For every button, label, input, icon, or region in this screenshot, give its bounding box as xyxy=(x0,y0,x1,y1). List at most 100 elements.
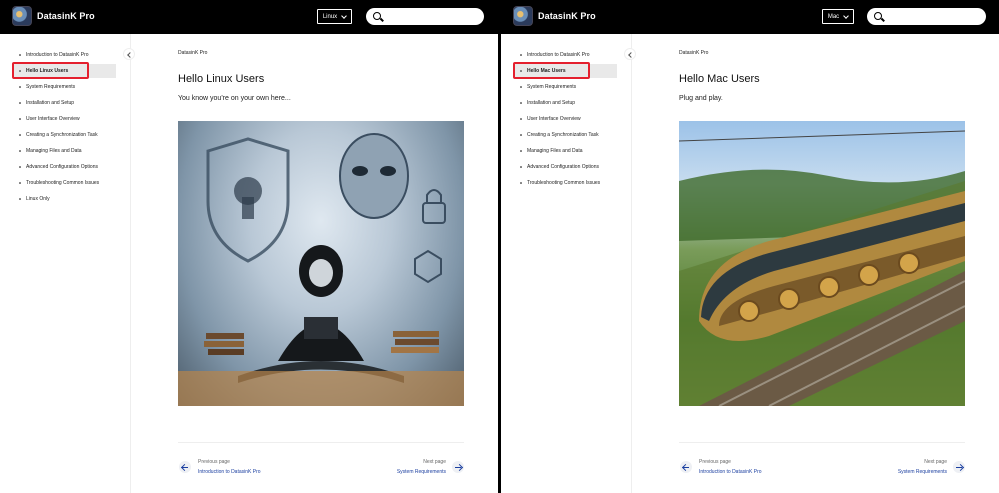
previous-page-link[interactable]: Previous page Introduction to DatasinK P… xyxy=(679,459,789,481)
sidebar-item-hello-linux-users[interactable]: Hello Linux Users xyxy=(12,62,116,79)
sidebar-item-installation[interactable]: Installation and Setup xyxy=(515,96,617,110)
sidebar-item-linux-only[interactable]: Linux Only xyxy=(14,192,116,206)
sidebar-item-system-requirements[interactable]: System Requirements xyxy=(515,80,617,94)
os-selector-dropdown[interactable]: Mac xyxy=(822,9,854,24)
bullet-icon xyxy=(520,54,522,56)
sidebar-item-label: Managing Files and Data xyxy=(26,148,82,154)
breadcrumb[interactable]: DatasinK Pro xyxy=(178,50,207,56)
bullet-icon xyxy=(19,182,21,184)
sidebar-item-label: Installation and Setup xyxy=(26,100,75,106)
sidebar-item-label: Troubleshooting Common Issues xyxy=(26,180,100,186)
bullet-icon xyxy=(520,118,522,120)
bullet-icon xyxy=(19,118,21,120)
bullet-icon xyxy=(19,166,21,168)
sidebar-item-label: Introduction to DatasinK Pro xyxy=(26,52,89,58)
bullet-icon xyxy=(19,150,21,152)
sidebar-item-sync-task[interactable]: Creating a Synchronization Task xyxy=(14,128,116,142)
sidebar-item-troubleshooting[interactable]: Troubleshooting Common Issues xyxy=(14,176,116,190)
next-page-title: System Requirements xyxy=(396,469,446,475)
sidebar-item-label: Hello Linux Users xyxy=(26,68,69,74)
bullet-icon xyxy=(520,70,522,72)
next-page-caption: Next page xyxy=(924,459,947,465)
next-page-title: System Requirements xyxy=(897,469,947,475)
bullet-icon xyxy=(520,166,522,168)
bullet-icon xyxy=(520,134,522,136)
bullet-icon xyxy=(19,198,21,200)
sidebar-item-ui-overview[interactable]: User Interface Overview xyxy=(515,112,617,126)
sidebar-item-label: User Interface Overview xyxy=(26,116,80,122)
os-selector-dropdown[interactable]: Linux xyxy=(317,9,352,24)
bullet-icon xyxy=(19,70,21,72)
sidebar-item-label: Linux Only xyxy=(26,196,50,202)
bullet-icon xyxy=(19,134,21,136)
brand-title[interactable]: DatasinK Pro xyxy=(37,11,95,21)
os-selector-value: Linux xyxy=(322,13,338,20)
bullet-icon xyxy=(520,86,522,88)
datasink-logo-icon[interactable] xyxy=(513,6,533,26)
previous-page-title: Introduction to DatasinK Pro xyxy=(198,469,261,475)
mac-docs-panel: DatasinK Pro Mac Introduction to Datasin… xyxy=(501,0,999,493)
bullet-icon xyxy=(520,150,522,152)
datasink-logo-icon[interactable] xyxy=(12,6,32,26)
next-page-link[interactable]: Next page System Requirements xyxy=(355,459,465,481)
sidebar-item-label: Advanced Configuration Options xyxy=(26,164,98,170)
sidebar-item-ui-overview[interactable]: User Interface Overview xyxy=(14,112,116,126)
search-icon xyxy=(373,12,381,20)
previous-page-caption: Previous page xyxy=(699,459,731,465)
sidebar-item-label: Installation and Setup xyxy=(527,100,576,106)
sidebar-item-advanced-config[interactable]: Advanced Configuration Options xyxy=(515,160,617,174)
sidebar-item-label: Managing Files and Data xyxy=(527,148,583,154)
sidebar: Introduction to DatasinK Pro Hello Linux… xyxy=(0,34,131,493)
sidebar-item-label: Introduction to DatasinK Pro xyxy=(527,52,590,58)
collapse-sidebar-button[interactable] xyxy=(624,48,636,60)
hero-image xyxy=(178,121,464,406)
bullet-icon xyxy=(19,102,21,104)
sidebar-item-managing-files[interactable]: Managing Files and Data xyxy=(14,144,116,158)
sidebar-item-advanced-config[interactable]: Advanced Configuration Options xyxy=(14,160,116,174)
linux-docs-panel: DatasinK Pro Linux Introduction to Datas… xyxy=(0,0,498,493)
sidebar-item-installation[interactable]: Installation and Setup xyxy=(14,96,116,110)
next-page-caption: Next page xyxy=(423,459,446,465)
sidebar-item-system-requirements[interactable]: System Requirements xyxy=(14,80,116,94)
breadcrumb[interactable]: DatasinK Pro xyxy=(679,50,708,56)
sidebar-item-troubleshooting[interactable]: Troubleshooting Common Issues xyxy=(515,176,617,190)
bullet-icon xyxy=(19,86,21,88)
arrow-right-icon xyxy=(452,461,464,473)
sidebar-item-label: Hello Mac Users xyxy=(527,68,566,74)
search-input[interactable] xyxy=(366,8,484,25)
sidebar-item-introduction[interactable]: Introduction to DatasinK Pro xyxy=(515,48,617,62)
bullet-icon xyxy=(19,54,21,56)
sidebar-item-sync-task[interactable]: Creating a Synchronization Task xyxy=(515,128,617,142)
sidebar-item-label: System Requirements xyxy=(26,84,76,90)
sidebar-item-label: User Interface Overview xyxy=(527,116,581,122)
page-title: Hello Mac Users xyxy=(679,73,760,85)
sidebar-item-managing-files[interactable]: Managing Files and Data xyxy=(515,144,617,158)
arrow-right-icon xyxy=(953,461,965,473)
sidebar-item-label: Advanced Configuration Options xyxy=(527,164,599,170)
arrow-left-icon xyxy=(179,461,191,473)
search-input[interactable] xyxy=(867,8,986,25)
next-page-link[interactable]: Next page System Requirements xyxy=(856,459,966,481)
chevron-down-icon xyxy=(843,12,850,19)
sidebar-item-label: Troubleshooting Common Issues xyxy=(527,180,601,186)
arrow-left-icon xyxy=(680,461,692,473)
previous-page-link[interactable]: Previous page Introduction to DatasinK P… xyxy=(178,459,288,481)
search-icon xyxy=(874,12,882,20)
sidebar: Introduction to DatasinK Pro Hello Mac U… xyxy=(501,34,632,493)
sidebar-item-label: Creating a Synchronization Task xyxy=(527,132,599,138)
sidebar-item-label: System Requirements xyxy=(527,84,577,90)
intro-text: Plug and play. xyxy=(679,95,723,102)
sidebar-item-introduction[interactable]: Introduction to DatasinK Pro xyxy=(14,48,116,62)
bullet-icon xyxy=(520,102,522,104)
sidebar-item-label: Creating a Synchronization Task xyxy=(26,132,98,138)
chevron-down-icon xyxy=(341,12,348,19)
bullet-icon xyxy=(520,182,522,184)
intro-text: You know you're on your own here... xyxy=(178,95,291,102)
sidebar-item-hello-mac-users[interactable]: Hello Mac Users xyxy=(513,62,617,79)
hero-image xyxy=(679,121,965,406)
brand-title[interactable]: DatasinK Pro xyxy=(538,11,596,21)
divider xyxy=(178,442,464,443)
collapse-sidebar-button[interactable] xyxy=(123,48,135,60)
divider xyxy=(679,442,965,443)
hero-illustration xyxy=(178,133,464,406)
